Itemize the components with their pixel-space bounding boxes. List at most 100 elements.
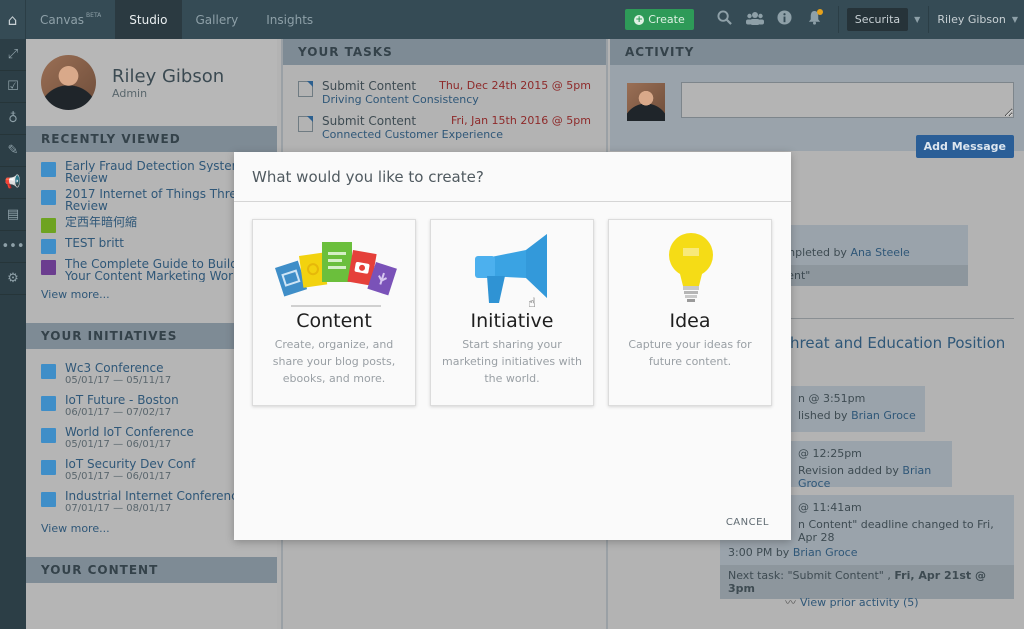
initiative-title: IoT Future - Boston — [65, 394, 179, 407]
activity-time: @ 12:25pm — [798, 447, 862, 460]
item-title-cont: Your Content Marketing Workflow — [65, 270, 235, 282]
nav-tab-studio[interactable]: Studio — [115, 0, 182, 39]
task-title: Submit Content — [322, 114, 417, 128]
recently-viewed-heading: RECENTLY VIEWED — [26, 126, 277, 152]
option-title: Idea — [669, 310, 711, 332]
rail-content[interactable]: ▤ — [0, 199, 26, 231]
item-title-cont: Review — [65, 200, 108, 212]
item-title: Early Fraud Detection System — [65, 160, 235, 172]
lightbulb-icon: ♁ — [8, 111, 18, 126]
home-button[interactable]: ⌂ — [0, 0, 26, 39]
item-title-cont: Review — [65, 172, 108, 184]
pencil-icon: ✎ — [7, 143, 19, 158]
notifications-button[interactable] — [800, 9, 830, 29]
users-icon — [745, 11, 764, 25]
item-title: TEST britt — [65, 237, 124, 249]
option-title: Initiative — [470, 310, 554, 332]
rail-tasks[interactable]: ☑ — [0, 71, 26, 103]
user-link[interactable]: Brian Groce — [851, 409, 916, 422]
search-icon — [717, 10, 733, 25]
notification-dot — [816, 9, 823, 15]
user-link[interactable]: Ana Steele — [850, 246, 909, 259]
more-icon: ••• — [1, 239, 25, 254]
initiative-title: IoT Security Dev Conf — [65, 458, 196, 471]
content-type-icon — [41, 162, 56, 177]
activity-time: n @ 3:51pm — [798, 392, 866, 405]
chevron-down-icon: ▼ — [1011, 15, 1018, 24]
avatar[interactable] — [41, 55, 96, 110]
icon-rail: ⤢ ☑ ♁ ✎ 📢 ▤ ••• ⚙ — [0, 39, 26, 629]
nav-brand-canvas[interactable]: Canvas BETA — [26, 0, 115, 39]
org-dropdown-caret-icon[interactable]: ▼ — [914, 15, 920, 24]
add-message-button[interactable]: Add Message — [915, 135, 1014, 158]
create-content-option[interactable]: Content Create, organize, and share your… — [252, 219, 416, 406]
gear-icon: ⚙ — [7, 271, 19, 286]
info-button[interactable] — [770, 10, 800, 29]
create-initiative-option[interactable]: Initiative Start sharing your marketing … — [430, 219, 594, 406]
divider — [837, 6, 839, 33]
activity-text: Revision added by — [798, 464, 903, 477]
nav-tab-gallery[interactable]: Gallery — [182, 0, 253, 39]
megaphone-icon — [431, 220, 593, 310]
org-selector[interactable]: Securita — [846, 8, 909, 31]
activity-pulse-icon: 〰 — [785, 596, 796, 609]
profile-card: Riley Gibson Admin — [26, 39, 277, 126]
your-content-heading: YOUR CONTENT — [26, 557, 277, 583]
expand-icon: ⤢ — [7, 47, 19, 62]
create-idea-option[interactable]: Idea Capture your ideas for future conte… — [608, 219, 772, 406]
next-task-label: Next task: "Submit Content" , — [728, 569, 895, 582]
activity-entry: @ 12:25pm Revision added by Brian Groce — [790, 441, 952, 490]
activity-heading: ACTIVITY — [610, 39, 1024, 65]
profile-role: Admin — [112, 86, 148, 100]
initiative-title: Wc3 Conference — [65, 362, 164, 375]
message-input[interactable] — [681, 82, 1014, 118]
profile-name: Riley Gibson — [112, 65, 225, 87]
option-description: Start sharing your marketing initiatives… — [442, 338, 582, 385]
rail-settings[interactable]: ⚙ — [0, 263, 26, 295]
rail-more[interactable]: ••• — [0, 231, 26, 263]
team-button[interactable] — [740, 11, 770, 29]
user-menu[interactable]: Riley Gibson ▼ — [937, 13, 1024, 26]
initiative-icon — [41, 428, 56, 443]
initiative-dates: 05/01/17 — 06/01/17 — [65, 471, 172, 482]
item-title: 2017 Internet of Things Threat — [65, 188, 235, 200]
rail-ideas[interactable]: ♁ — [0, 103, 26, 135]
initiative-title: World IoT Conference — [65, 426, 194, 439]
initiative-icon — [41, 364, 56, 379]
create-label: Create — [648, 13, 685, 26]
item-title: 定西年暗何縮 — [65, 216, 138, 228]
initiative-dates: 05/01/17 — 06/01/17 — [65, 439, 172, 450]
email-icon — [41, 260, 56, 275]
task-initiative-link[interactable]: Connected Customer Experience — [322, 128, 591, 141]
task-document-icon — [298, 116, 313, 132]
task-initiative-link[interactable]: Driving Content Consistency — [322, 93, 591, 106]
create-button[interactable]: + Create — [625, 9, 694, 30]
view-prior-activity-link[interactable]: 〰 View prior activity (5) — [785, 594, 919, 610]
home-icon: ⌂ — [7, 10, 18, 29]
task-item[interactable]: Submit Content Thu, Dec 24th 2015 @ 5pm D… — [283, 79, 606, 106]
modal-title: What would you like to create? — [234, 152, 791, 202]
activity-text: lished by — [798, 409, 852, 422]
nav-tab-insights[interactable]: Insights — [252, 0, 327, 39]
divider — [928, 6, 930, 33]
info-icon — [777, 10, 792, 25]
task-item[interactable]: Submit Content Fri, Jan 15th 2016 @ 5pm C… — [283, 114, 606, 141]
activity-entry: n @ 3:51pm lished by Brian Groce — [790, 386, 925, 432]
initiative-icon — [41, 460, 56, 475]
brand-label: Canvas — [40, 12, 85, 27]
rail-expand[interactable]: ⤢ — [0, 39, 26, 71]
content-files-icon — [253, 220, 415, 310]
plus-icon: + — [634, 14, 645, 25]
task-title: Submit Content — [322, 79, 417, 93]
initiative-dates: 05/01/17 — 05/11/17 — [65, 375, 172, 386]
activity-item-title-link[interactable]: hreat and Education Position — [790, 334, 1005, 352]
rail-initiatives[interactable]: 📢 — [0, 167, 26, 199]
option-title: Content — [296, 310, 372, 332]
task-due-date: Fri, Jan 15th 2016 @ 5pm — [450, 114, 591, 127]
cancel-button[interactable]: CANCEL — [726, 517, 769, 528]
search-button[interactable] — [710, 10, 740, 29]
rail-edit[interactable]: ✎ — [0, 135, 26, 167]
user-link[interactable]: Brian Groce — [793, 546, 858, 559]
option-description: Capture your ideas for future content. — [628, 338, 752, 368]
lightbulb-icon — [609, 220, 771, 310]
